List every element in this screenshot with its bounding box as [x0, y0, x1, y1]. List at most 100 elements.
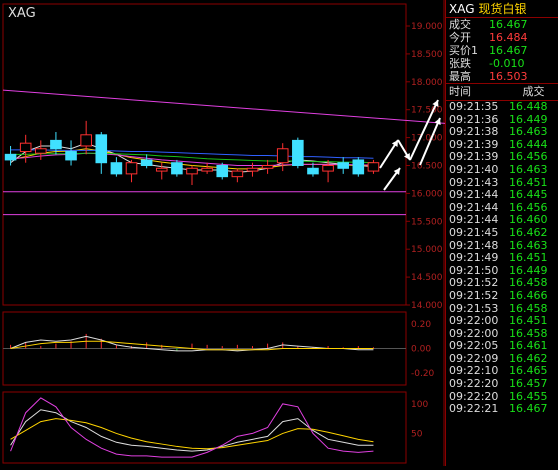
candle-body: [246, 167, 259, 172]
candle-body: [155, 167, 168, 172]
price-tick-label: 16.500: [411, 162, 443, 172]
candle-body: [80, 134, 92, 147]
quote-label: 买价1: [449, 44, 478, 57]
tick-time: 09:21:44: [449, 188, 499, 202]
kline-chart-panel[interactable]: XAG 19.000 18.500 18.000 17.500 17.000 16.500 1…: [0, 0, 450, 466]
candle-body: [50, 139, 62, 150]
quote-row: 张跌 -0.010: [446, 57, 558, 70]
quote-header: XAG 现货白银: [446, 0, 558, 18]
price-tick-label: 19.000: [411, 22, 443, 32]
instrument-name: 现货白银: [478, 2, 527, 16]
macd-tick-label: 0.20: [411, 320, 431, 330]
candle-body: [292, 139, 304, 166]
chart-symbol-label: XAG: [8, 6, 36, 21]
tick-list[interactable]: 09:21:35 16.448 09:21:36 16.449 09:21:38 16.4…: [446, 100, 558, 416]
candle-body: [4, 153, 17, 161]
candle-body: [19, 142, 32, 153]
candle-body: [337, 162, 349, 169]
tick-row: 09:22:05 16.461: [446, 340, 558, 353]
macd-tick-label: -0.20: [411, 369, 435, 379]
candle-body: [322, 165, 334, 172]
tick-row: 09:22:20 16.457: [446, 377, 558, 391]
kdj-tick-label: 50: [411, 429, 423, 439]
candle-body: [307, 167, 319, 175]
tick-row: 09:21:35 16.448: [446, 100, 558, 114]
moving-average-line: [10, 152, 374, 166]
candle-body: [171, 162, 183, 175]
candle-body: [367, 162, 380, 172]
price-tick-label: 16.000: [411, 189, 443, 199]
candle-body: [35, 148, 47, 154]
quote-value: 16.503: [489, 70, 528, 83]
tick-row: 09:21:44 16.445: [446, 189, 558, 202]
candle-body: [261, 165, 274, 169]
quote-value: 16.467: [489, 18, 528, 31]
quote-label: 最高: [449, 70, 471, 83]
price-tick-label: 14.000: [411, 301, 443, 311]
col-time-header: 时间: [449, 85, 471, 98]
quote-row: 买价1 16.467: [446, 44, 558, 57]
tick-row: 09:22:21 16.467: [446, 403, 558, 416]
candle-body: [201, 167, 213, 172]
trend-line: [2, 89, 450, 125]
quote-value: -0.010: [489, 57, 525, 70]
price-tick-label: 18.500: [411, 50, 443, 60]
tick-row: 09:21:45 16.462: [446, 225, 558, 240]
tick-price: 16.463: [509, 162, 548, 176]
tick-time: 09:22:05: [449, 339, 499, 353]
candle-body: [95, 134, 108, 164]
tick-price: 16.461: [509, 339, 548, 353]
symbol-label: XAG: [449, 1, 475, 16]
tick-row: 09:21:52 16.466: [446, 288, 558, 303]
candle-body: [65, 151, 77, 161]
quote-label: 今开: [449, 31, 471, 44]
tick-time: 09:22:00: [449, 314, 499, 328]
tick-price: 16.463: [509, 125, 548, 139]
tick-price: 16.451: [509, 314, 548, 328]
tick-time: 09:22:20: [449, 377, 499, 391]
tick-row: 09:22:00 16.451: [446, 314, 558, 328]
tick-price: 16.466: [509, 288, 548, 302]
price-tick-label: 18.000: [411, 78, 443, 88]
candle-body: [125, 162, 138, 175]
price-tick-label: 17.000: [411, 134, 443, 144]
quote-rows: 成交 16.467 今开 16.484 买价1 16.467 张跌 -0.010 最高 16.50…: [446, 18, 558, 83]
candle-body: [186, 167, 198, 175]
quote-label: 张跌: [449, 57, 471, 70]
kdj-panel-frame: [2, 391, 407, 464]
candle-body: [140, 159, 153, 166]
tick-time: 09:21:49: [449, 251, 499, 265]
quote-row: 最高 16.503: [446, 70, 558, 83]
kdj-tick-label: 100: [411, 400, 428, 410]
quote-value: 16.484: [489, 31, 528, 44]
price-tick-label: 15.500: [411, 217, 443, 227]
kline-chart-svg[interactable]: XAG 19.000 18.500 18.000 17.500 17.000 16.500 1…: [0, 0, 450, 466]
tick-price: 16.467: [509, 402, 548, 416]
tick-price: 16.445: [509, 188, 548, 202]
tick-row: 09:21:49 16.451: [446, 252, 558, 265]
tick-time: 09:22:21: [449, 402, 499, 416]
quote-value: 16.467: [489, 44, 528, 57]
candle-body: [231, 170, 244, 178]
tick-time: 09:21:38: [449, 125, 499, 139]
candle-body: [276, 148, 289, 164]
tick-price: 16.457: [509, 377, 548, 391]
quote-row: 今开 16.484: [446, 31, 558, 44]
quote-panel: XAG 现货白银 成交 16.467 今开 16.484 买价1 16.467 张跌 -0.0…: [445, 0, 558, 466]
tick-time: 09:21:35: [449, 100, 499, 113]
tick-row: 09:21:40 16.463: [446, 162, 558, 177]
tick-time: 09:21:45: [449, 225, 499, 239]
tick-price: 16.451: [509, 251, 548, 265]
candle-body: [352, 159, 365, 175]
tick-time: 09:21:40: [449, 162, 499, 176]
tick-price: 16.462: [509, 225, 548, 239]
price-tick-label: 14.500: [411, 273, 443, 283]
candle-body: [110, 162, 123, 175]
tick-table-header: 时间 成交: [446, 83, 558, 101]
col-price-header: 成交: [522, 85, 545, 98]
quote-label: 成交: [449, 18, 471, 31]
tick-price: 16.448: [509, 100, 548, 113]
quote-row: 成交 16.467: [446, 18, 558, 31]
tick-row: 09:21:38 16.463: [446, 126, 558, 139]
price-tick-label: 15.000: [411, 245, 443, 255]
